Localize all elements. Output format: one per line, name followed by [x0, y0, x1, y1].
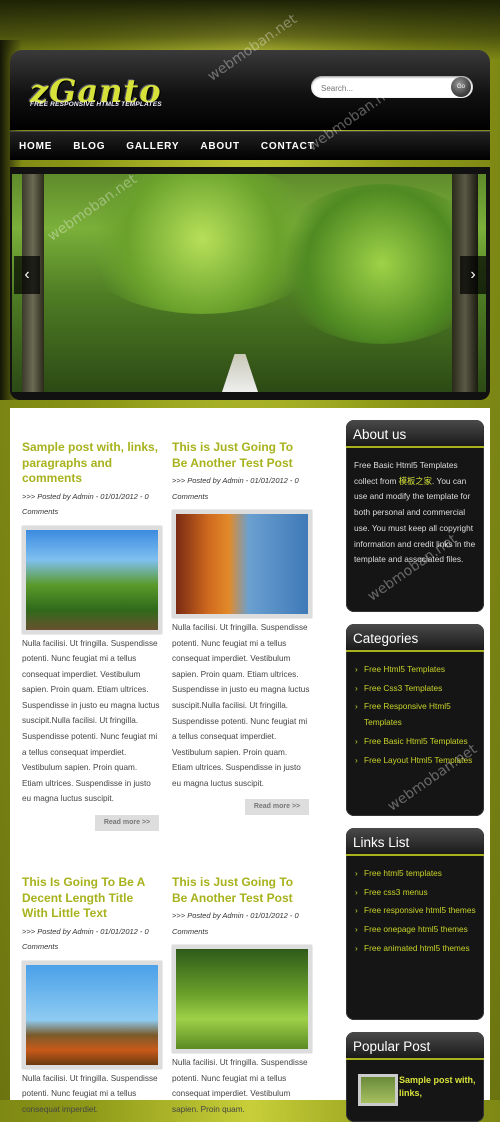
links-list-item[interactable]: Free animated html5 themes — [352, 941, 478, 957]
slider-prev-icon[interactable]: ‹ — [14, 256, 40, 294]
main-nav: HOME BLOG GALLERY ABOUT CONTACT — [10, 131, 490, 160]
post-excerpt: Nulla facilisi. Ut fringilla. Suspendiss… — [172, 1058, 308, 1114]
search-input[interactable] — [319, 80, 453, 96]
post-thumbnail[interactable] — [22, 525, 162, 634]
about-link[interactable]: 模板之家 — [399, 476, 432, 486]
category-link[interactable]: Free Html5 Templates — [352, 662, 478, 678]
post-excerpt: Nulla facilisi. Ut fringilla. Suspendiss… — [172, 623, 310, 788]
popular-post-widget: Popular Post Sample post with, links, — [346, 1032, 484, 1122]
category-link[interactable]: Free Css3 Templates — [352, 681, 478, 697]
widget-title: About us — [346, 420, 484, 448]
about-text-part: . You can use and modify the template fo… — [354, 475, 476, 565]
about-text: Free Basic Html5 Templates collect from … — [346, 448, 484, 576]
post-meta: >>> Posted by Admin - 01/01/2012 - 0 Com… — [172, 476, 299, 501]
category-link[interactable]: Free Layout Html5 Templates — [352, 753, 478, 769]
post-meta: >>> Posted by Admin - 01/01/2012 - 0 Com… — [22, 926, 149, 952]
post-title[interactable]: This is Just Going To Be Another Test Po… — [172, 440, 310, 471]
post-title[interactable]: This Is Going To Be A Decent Length Titl… — [22, 875, 160, 922]
links-list-item[interactable]: Free responsive html5 themes — [352, 903, 478, 919]
post-meta: >>> Posted by Admin - 01/01/2012 - 0 Com… — [172, 911, 299, 936]
popular-post-title[interactable]: Sample post with, links, — [399, 1074, 479, 1100]
nav-home[interactable]: HOME — [10, 132, 64, 160]
search-go-button[interactable]: Go — [451, 77, 471, 97]
links-list-item[interactable]: Free onepage html5 themes — [352, 922, 478, 938]
categories-widget: Categories Free Html5 Templates Free Css… — [346, 624, 484, 816]
widget-title: Popular Post — [346, 1032, 484, 1060]
post-thumbnail[interactable] — [172, 510, 312, 618]
about-widget: About us Free Basic Html5 Templates coll… — [346, 420, 484, 612]
post-card: This Is Going To Be A Decent Length Titl… — [22, 875, 162, 1117]
post-title[interactable]: Sample post with, links, paragraphs and … — [22, 440, 160, 487]
category-link[interactable]: Free Responsive Html5 Templates — [352, 699, 478, 730]
category-link[interactable]: Free Basic Html5 Templates — [352, 734, 478, 750]
slider-next-icon[interactable]: › — [460, 256, 486, 294]
post-meta: >>> Posted by Admin - 01/01/2012 - 0 Com… — [22, 491, 149, 517]
post-thumbnail[interactable] — [172, 945, 312, 1053]
nav-blog[interactable]: BLOG — [64, 132, 117, 160]
search-box: Go — [311, 76, 473, 98]
widget-title: Categories — [346, 624, 484, 652]
slider-image — [12, 174, 486, 392]
post-card: This is Just Going To Be Another Test Po… — [172, 440, 312, 792]
popular-post-thumbnail[interactable] — [358, 1074, 398, 1106]
nav-about[interactable]: ABOUT — [191, 132, 252, 160]
widget-title: Links List — [346, 828, 484, 856]
post-thumbnail[interactable] — [22, 960, 162, 1069]
post-excerpt: Nulla facilisi. Ut fringilla. Suspendiss… — [22, 1073, 158, 1114]
nav-gallery[interactable]: GALLERY — [117, 132, 191, 160]
post-excerpt: Nulla facilisi. Ut fringilla. Suspendiss… — [22, 638, 160, 804]
read-more-button[interactable]: Read more >> — [95, 815, 159, 831]
links-widget: Links List Free html5 templates Free css… — [346, 828, 484, 1020]
links-list-item[interactable]: Free css3 menus — [352, 885, 478, 901]
post-card: Sample post with, links, paragraphs and … — [22, 440, 162, 807]
links-list-item[interactable]: Free html5 templates — [352, 866, 478, 882]
post-title[interactable]: This is Just Going To Be Another Test Po… — [172, 875, 310, 906]
read-more-button[interactable]: Read more >> — [245, 799, 309, 815]
nav-contact[interactable]: CONTACT — [252, 132, 327, 160]
site-tagline: FREE RESPONSIVE HTML5 TEMPLATES — [30, 101, 162, 108]
post-card: This is Just Going To Be Another Test Po… — [172, 875, 312, 1117]
